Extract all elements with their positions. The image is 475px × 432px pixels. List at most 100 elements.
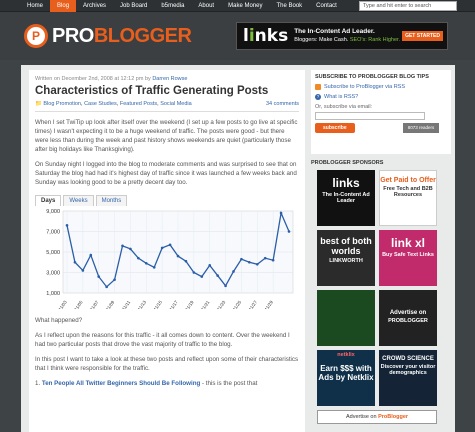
data-point	[97, 275, 101, 278]
data-point	[208, 264, 212, 267]
x-tick-label: 11/03	[57, 299, 68, 309]
sponsor-ad-crowdscience[interactable]: CROWD SCIENCE Discover your visitor demog…	[379, 350, 437, 406]
x-tick-label: 11/17	[168, 299, 179, 309]
data-point	[232, 270, 235, 273]
post-paragraph: What happened?	[35, 317, 83, 324]
logo-pro: PRO	[52, 24, 94, 47]
nav-item-job-board[interactable]: Job Board	[113, 0, 154, 12]
banner-text: The In-Content Ad Leader. Bloggers: Make…	[294, 28, 400, 44]
x-tick-label: 11/29	[264, 299, 275, 309]
traffic-line-chart: 9,000 7,000 5,000 3,000 1,000 11/03 11/05 11/07…	[46, 209, 294, 309]
email-field[interactable]	[315, 112, 425, 120]
data-point	[240, 257, 243, 261]
nav-item-b5media[interactable]: b5media	[154, 0, 191, 12]
nav-item-home[interactable]: Home	[20, 0, 50, 12]
question-icon: ?	[315, 94, 321, 100]
top-nav: Home Blog Archives Job Board b5media About Mak…	[0, 0, 475, 12]
nav-item-about[interactable]: About	[191, 0, 221, 12]
y-tick-label: 9,000	[46, 209, 60, 215]
post-categories: 📁 Blog Promotion, Case Studies, Featured…	[35, 101, 192, 107]
data-point	[184, 259, 188, 263]
y-tick-label: 5,000	[46, 250, 60, 256]
sponsor-ad-linkworth[interactable]: best of both worlds LINKWORTH	[317, 230, 375, 286]
data-point	[224, 284, 227, 288]
post-author-link[interactable]: Darren Rowse	[152, 76, 187, 82]
sponsor-ad-green[interactable]	[317, 290, 375, 346]
data-point	[160, 246, 164, 250]
data-point	[263, 256, 267, 260]
logo-mark-letter: P	[31, 29, 40, 43]
ad-title: link xl	[390, 236, 425, 250]
nav-item-contact[interactable]: Contact	[309, 0, 344, 12]
ad-title: Earn $$$ with Ads by Netklix	[318, 364, 374, 382]
comments-link[interactable]: 34 comments	[266, 101, 299, 107]
banner-cta-button[interactable]: GET STARTED	[402, 31, 443, 41]
sponsor-ad-linkxl[interactable]: link xl Buy Safe Text Links	[379, 230, 437, 286]
site-logo[interactable]: P PROBLOGGER	[24, 22, 192, 50]
header-ad-banner[interactable]: links The In-Content Ad Leader. Bloggers…	[236, 22, 448, 50]
post-paragraph: When I set TwiTip up look after itself o…	[35, 119, 298, 153]
category-link[interactable]: Featured Posts	[120, 101, 157, 107]
ad-title: best of both worlds	[320, 236, 372, 256]
nav-item-blog[interactable]: Blog	[50, 0, 77, 12]
post-paragraph: As I reflect upon the reasons for this t…	[35, 332, 290, 348]
category-link[interactable]: Case Studies	[84, 101, 117, 107]
data-point	[89, 253, 93, 257]
list-number: 1.	[35, 380, 41, 387]
data-point	[121, 244, 124, 248]
rss-link[interactable]: Subscribe to ProBlogger via RSS	[324, 84, 405, 90]
logo-wordmark: PROBLOGGER	[52, 24, 192, 48]
data-point	[176, 254, 180, 258]
category-link[interactable]: Blog Promotion	[43, 101, 81, 107]
y-tick-label: 3,000	[46, 271, 60, 277]
advertise-text: Advertise on	[345, 414, 377, 420]
data-point	[105, 285, 108, 289]
post-link[interactable]: Ten People All Twitter Beginners Should …	[42, 380, 200, 387]
what-rss-link[interactable]: What is RSS?	[324, 94, 358, 100]
advertise-brand: ProBlogger	[378, 414, 409, 420]
x-tick-label: 11/09	[105, 299, 116, 309]
nav-items: Home Blog Archives Job Board b5media About Mak…	[20, 0, 344, 12]
ad-title: CROWD SCIENCE	[382, 356, 434, 362]
rss-icon	[315, 84, 321, 90]
what-rss-row[interactable]: ? What is RSS?	[315, 94, 447, 100]
logo-mark-icon: P	[24, 24, 48, 48]
data-point	[113, 278, 116, 281]
ad-sub: Discover your visitor demographics	[380, 364, 436, 376]
list-rest: - this is the post that	[202, 380, 258, 387]
category-link[interactable]: Social Media	[160, 101, 192, 107]
post-meta: Written on December 2nd, 2008 at 12:12 p…	[35, 76, 299, 82]
email-label: Or, subscribe via email:	[315, 104, 373, 110]
data-point	[144, 261, 148, 265]
rss-row[interactable]: Subscribe to ProBlogger via RSS	[315, 84, 447, 90]
nav-item-the-book[interactable]: The Book	[269, 0, 309, 12]
tab-months[interactable]: Months	[95, 195, 128, 206]
advertise-link[interactable]: Advertise on ProBlogger	[317, 410, 437, 424]
subscribe-row: subscribe 8073 readers	[315, 123, 447, 133]
x-tick-label: 11/05	[73, 299, 84, 309]
subscribe-button[interactable]: subscribe	[315, 123, 355, 133]
sidebar: SUBSCRIBE TO PROBLOGGER BLOG TIPS Subscr…	[311, 70, 451, 432]
feed-count-badge[interactable]: 8073 readers	[403, 123, 439, 133]
sponsor-ad-advertise[interactable]: Advertise on PROBLOGGER	[379, 290, 437, 346]
post-list-item: 1. Ten People All Twitter Beginners Shou…	[35, 379, 299, 388]
ad-title: Get Paid to Offer	[380, 177, 436, 184]
sponsor-ad-revresponse[interactable]: Get Paid to Offer Free Tech and B2B Resou…	[379, 170, 437, 226]
x-tick-label: 11/21	[200, 299, 211, 309]
ad-sub: Buy Safe Text Links	[382, 252, 434, 258]
post-title[interactable]: Characteristics of Traffic Generating Po…	[35, 85, 299, 97]
nav-item-archives[interactable]: Archives	[76, 0, 113, 12]
post-paragraph: In this post I want to take a look at th…	[35, 356, 299, 372]
sponsor-ad-links[interactable]: links The In-Content Ad Leader	[317, 170, 375, 226]
sponsor-ads: links The In-Content Ad Leader Get Paid t…	[317, 170, 451, 406]
data-point	[271, 258, 275, 262]
ad-sub: netklix	[337, 352, 355, 358]
tab-days[interactable]: Days	[35, 195, 62, 206]
main-wrapper: Written on December 2nd, 2008 at 12:12 p…	[21, 65, 455, 432]
search-input[interactable]: Type and hit enter to search	[359, 1, 457, 11]
nav-item-make-money[interactable]: Make Money	[221, 0, 269, 12]
sponsor-ad-netklix[interactable]: netklix Earn $$$ with Ads by Netklix	[317, 350, 375, 406]
divider	[35, 111, 299, 112]
tab-weeks[interactable]: Weeks	[63, 195, 94, 206]
banner-line1: The In-Content Ad Leader.	[294, 28, 375, 35]
